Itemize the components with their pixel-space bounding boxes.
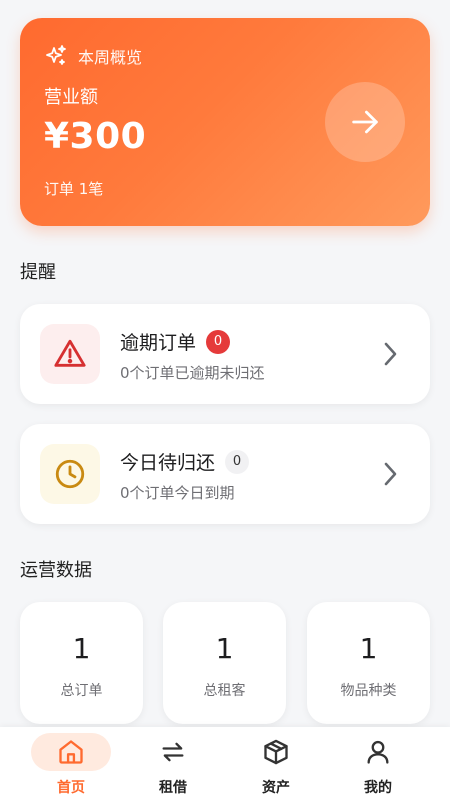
box-icon bbox=[264, 739, 288, 765]
item-categories-value: 1 bbox=[359, 632, 378, 665]
home-page: 本周概览 营业额 ¥300 订单 1笔 提醒 逾期订单 0 0个订单已逾期未归还 bbox=[0, 0, 450, 800]
clock-icon bbox=[55, 459, 85, 489]
chevron-right-icon bbox=[384, 462, 397, 486]
revenue-label: 营业额 bbox=[44, 87, 98, 108]
tab-mine-label: 我的 bbox=[364, 780, 392, 796]
tab-home-label: 首页 bbox=[57, 780, 85, 796]
overview-title: 本周概览 bbox=[78, 48, 143, 67]
overview-header: 本周概览 bbox=[44, 44, 142, 68]
overdue-orders-card[interactable]: 逾期订单 0 0个订单已逾期未归还 bbox=[20, 304, 430, 404]
swap-icon bbox=[162, 742, 184, 762]
overdue-count-badge: 0 bbox=[206, 329, 231, 354]
due-today-icon-box bbox=[40, 444, 100, 504]
user-icon bbox=[367, 740, 389, 764]
due-today-label: 今日待归还 bbox=[120, 452, 216, 474]
revenue-amount: ¥300 bbox=[44, 116, 147, 157]
operations-section-title: 运营数据 bbox=[20, 560, 92, 581]
arrow-right-icon bbox=[352, 110, 378, 134]
warning-icon bbox=[54, 339, 86, 367]
home-icon bbox=[59, 740, 83, 764]
overdue-orders-subtitle: 0个订单已逾期未归还 bbox=[120, 364, 265, 382]
tab-rent-label: 租借 bbox=[159, 780, 187, 796]
weekly-overview-card[interactable]: 本周概览 营业额 ¥300 订单 1笔 bbox=[20, 18, 430, 226]
item-categories-label: 物品种类 bbox=[340, 683, 397, 699]
bottom-tab-bar: 首页 租借 资产 我的 bbox=[0, 727, 450, 800]
total-tenants-label: 总租客 bbox=[203, 683, 246, 699]
due-today-subtitle: 0个订单今日到期 bbox=[120, 484, 235, 502]
tab-rent[interactable]: 租借 bbox=[123, 727, 223, 800]
reminders-section-title: 提醒 bbox=[20, 262, 56, 283]
tab-mine-icon-wrap bbox=[338, 733, 418, 771]
total-orders-label: 总订单 bbox=[60, 683, 103, 699]
total-tenants-value: 1 bbox=[215, 632, 234, 665]
total-orders-card[interactable]: 1 总订单 bbox=[20, 602, 143, 724]
due-today-card[interactable]: 今日待归还 0 0个订单今日到期 bbox=[20, 424, 430, 524]
sparkle-icon bbox=[46, 45, 66, 65]
tab-home[interactable]: 首页 bbox=[21, 727, 121, 800]
due-today-count-badge: 0 bbox=[225, 449, 250, 474]
total-tenants-card[interactable]: 1 总租客 bbox=[163, 602, 286, 724]
tab-mine[interactable]: 我的 bbox=[328, 727, 428, 800]
tab-home-icon-wrap bbox=[31, 733, 111, 771]
overdue-orders-title: 逾期订单 0 bbox=[120, 328, 231, 355]
due-today-title: 今日待归还 0 bbox=[120, 448, 250, 475]
total-orders-value: 1 bbox=[72, 632, 91, 665]
overdue-icon-box bbox=[40, 324, 100, 384]
tab-assets[interactable]: 资产 bbox=[226, 727, 326, 800]
overdue-orders-label: 逾期订单 bbox=[120, 332, 197, 354]
tab-assets-label: 资产 bbox=[262, 780, 290, 796]
overview-detail-button[interactable] bbox=[325, 82, 405, 162]
tab-assets-icon-wrap bbox=[236, 733, 316, 771]
item-categories-card[interactable]: 1 物品种类 bbox=[307, 602, 430, 724]
chevron-right-icon bbox=[384, 342, 397, 366]
order-count: 订单 1笔 bbox=[44, 180, 104, 198]
tab-rent-icon-wrap bbox=[133, 733, 213, 771]
